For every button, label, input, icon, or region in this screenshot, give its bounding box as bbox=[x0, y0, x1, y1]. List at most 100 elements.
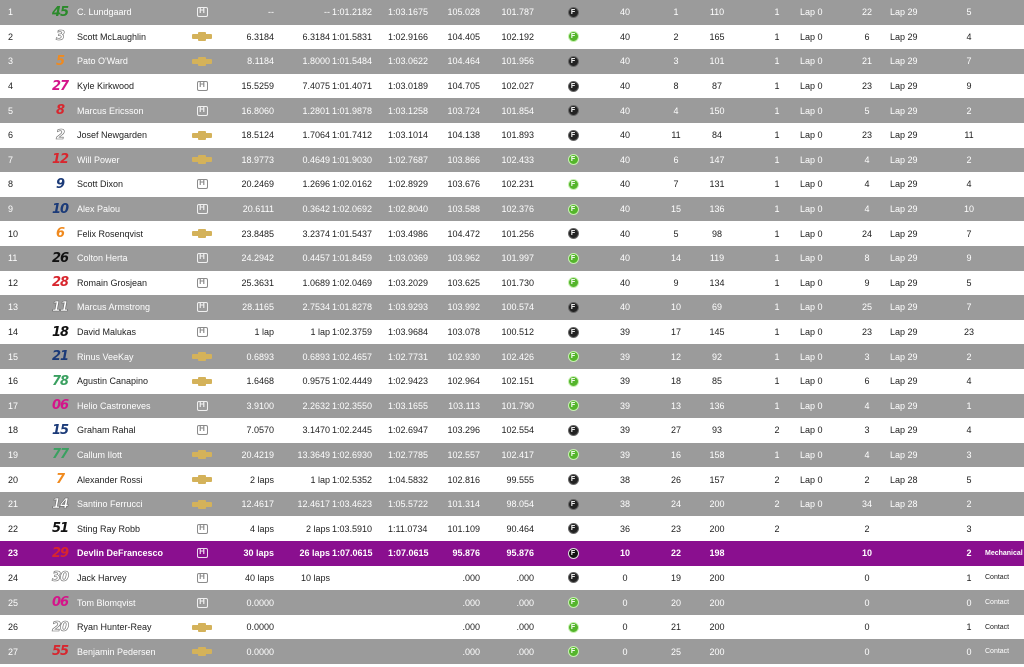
points: 200 bbox=[709, 622, 725, 633]
driver-name[interactable]: Scott McLaughlin bbox=[77, 25, 187, 50]
table-row[interactable]: 2 3 Scott McLaughlin 6.3184 6.3184 1:01.5831 1… bbox=[0, 24, 1024, 50]
best-lap-speed: 101.997 bbox=[501, 253, 534, 264]
lap-number: Lap 29 bbox=[890, 400, 918, 411]
best-lap-speed: 100.574 bbox=[501, 302, 534, 313]
driver-name[interactable]: Alex Palou bbox=[77, 197, 187, 222]
driver-name[interactable]: Kyle Kirkwood bbox=[77, 74, 187, 99]
driver-name[interactable]: Felix Rosenqvist bbox=[77, 221, 187, 246]
table-row[interactable]: 6 2 Josef Newgarden 18.5124 1.7064 1:01.7412 1… bbox=[0, 122, 1024, 148]
driver-name[interactable]: Josef Newgarden bbox=[77, 123, 187, 148]
pit-stops: 1 bbox=[774, 327, 780, 338]
driver-name[interactable]: Tom Blomqvist bbox=[77, 590, 187, 615]
table-row[interactable]: 1418David Malukas1 lap1 lap1:02.37591:03… bbox=[0, 319, 1024, 345]
driver-name[interactable]: Will Power bbox=[77, 148, 187, 173]
table-row[interactable]: 25 06 Tom Blomqvist 0.0000 .000 .000 F 0 20 200 0 0… bbox=[0, 590, 1024, 615]
table-row[interactable]: 24 30 Jack Harvey 40 laps 10 laps .000 .000 F 0 1… bbox=[0, 565, 1024, 591]
black-tire-icon: F bbox=[567, 547, 579, 559]
position-change: 1 bbox=[966, 400, 972, 411]
tire-compound-icon: F bbox=[566, 344, 580, 369]
status-reason bbox=[985, 98, 1024, 123]
laps-led: 0 bbox=[864, 597, 870, 608]
best-lap-time: 1:03.1675 bbox=[388, 7, 429, 18]
driver-name[interactable]: Colton Herta bbox=[77, 246, 187, 271]
table-row[interactable]: 15 21 Rinus VeeKay 0.6893 0.6893 1:02.4657 1:0… bbox=[0, 344, 1024, 369]
position-change: 0 bbox=[966, 597, 972, 608]
position-cell: 5 bbox=[8, 105, 14, 116]
table-row[interactable]: 7 12 Will Power 18.9773 0.4649 1:01.9030 1:02.… bbox=[0, 147, 1024, 173]
driver-name[interactable]: Marcus Armstrong bbox=[77, 295, 187, 320]
table-row[interactable]: 11 26 Colton Herta 24.2942 0.44571:01.8459 1:… bbox=[0, 245, 1024, 271]
tire-compound-icon: F bbox=[566, 492, 580, 517]
table-row[interactable]: 18 15 Graham Rahal 7.0570 3.14701:02.2445 1:0… bbox=[0, 418, 1024, 443]
tire-compound-icon: F bbox=[566, 221, 580, 246]
table-row[interactable]: 13 11 Marcus Armstrong 28.1165 2.75341:01.82… bbox=[0, 295, 1024, 320]
car-number: 14 bbox=[51, 496, 70, 512]
table-row[interactable]: 145C. Lundgaard----1:01.21821:03.1675105… bbox=[0, 0, 1024, 25]
last-lap-time: 1:07.0615 bbox=[332, 548, 373, 559]
table-row[interactable]: 19 77 Callum Ilott 20.4219 13.3649 1:02.6930 1… bbox=[0, 442, 1024, 468]
driver-name[interactable]: Helio Castroneves bbox=[77, 394, 187, 419]
driver-name[interactable]: C. Lundgaard bbox=[77, 0, 187, 25]
driver-name[interactable]: Romain Grosjean bbox=[77, 271, 187, 296]
driver-name[interactable]: Jack Harvey bbox=[77, 566, 187, 591]
table-row[interactable]: 2251Sting Ray Robb4 laps2 laps1:03.59101… bbox=[0, 516, 1024, 542]
laps-led: 0 bbox=[864, 622, 870, 633]
table-row[interactable]: 5 8 Marcus Ericsson 16.8060 1.28011:01.9878 1… bbox=[0, 98, 1024, 123]
table-row[interactable]: 26 20 Ryan Hunter-Reay 0.0000 .000 .000 F 0 21 20… bbox=[0, 614, 1024, 640]
position-change: 5 bbox=[966, 7, 972, 18]
green-tire-icon: F bbox=[567, 203, 579, 215]
table-row[interactable]: 8 9 Scott Dixon 20.2469 1.26961:02.0162 1:02.… bbox=[0, 172, 1024, 197]
best-lap-speed: .000 bbox=[516, 646, 534, 657]
lap-number bbox=[890, 615, 930, 640]
points: 147 bbox=[709, 154, 725, 165]
table-row[interactable]: 4 27 Kyle Kirkwood 15.5259 7.40751:01.4071 1:… bbox=[0, 73, 1024, 99]
laps-completed: 40 bbox=[619, 277, 630, 288]
position-change: 4 bbox=[966, 376, 972, 387]
last-lap-time bbox=[332, 639, 386, 664]
car-number: 12 bbox=[51, 152, 69, 168]
tire-compound-icon: F bbox=[566, 123, 580, 148]
driver-name[interactable]: David Malukas bbox=[77, 320, 187, 345]
laps-completed: 40 bbox=[619, 7, 630, 18]
driver-name[interactable]: Rinus VeeKay bbox=[77, 344, 187, 369]
driver-name[interactable]: Marcus Ericsson bbox=[77, 98, 187, 123]
table-row[interactable]: 27 55 Benjamin Pedersen 0.0000 .000 .000 F 0 25 2… bbox=[0, 639, 1024, 665]
table-row[interactable]: 21 14 Santino Ferrucci 12.4617 12.4617 1:03.4… bbox=[0, 491, 1024, 517]
driver-name[interactable]: Agustin Canapino bbox=[77, 369, 187, 394]
table-row[interactable]: 12 28 Romain Grosjean 25.3631 1.06891:02.046… bbox=[0, 270, 1024, 296]
last-lap-time: 1:02.4657 bbox=[332, 351, 373, 362]
driver-name[interactable]: Devlin DeFrancesco bbox=[77, 541, 187, 566]
table-row[interactable]: 20 7 Alexander Rossi 2 laps 1 lap 1:02.5352 1:… bbox=[0, 467, 1024, 492]
table-row[interactable]: 17 06 Helio Castroneves 3.9100 2.26321:02.35… bbox=[0, 393, 1024, 419]
driver-name[interactable]: Ryan Hunter-Reay bbox=[77, 615, 187, 640]
table-row[interactable]: 10 6 Felix Rosenqvist 23.8485 3.2374 1:01.543… bbox=[0, 221, 1024, 246]
driver-name[interactable]: Pato O'Ward bbox=[77, 49, 187, 74]
black-tire-icon: F bbox=[567, 572, 579, 584]
black-tire-icon: F bbox=[567, 55, 579, 67]
driver-name[interactable]: Benjamin Pedersen bbox=[77, 639, 187, 664]
honda-logo-icon bbox=[196, 400, 208, 411]
interval: 3.2374 bbox=[302, 228, 330, 239]
best-lap-time bbox=[388, 590, 442, 615]
status-reason bbox=[985, 516, 1024, 541]
pit-stops: 1 bbox=[774, 204, 780, 215]
table-row[interactable]: 2329Devlin DeFrancesco30 laps26 laps1:07… bbox=[0, 541, 1024, 566]
driver-name[interactable]: Callum Ilott bbox=[77, 443, 187, 468]
driver-name[interactable]: Santino Ferrucci bbox=[77, 492, 187, 517]
table-row[interactable]: 3 5 Pato O'Ward 8.1184 1.8000 1:01.5484 1:03.0… bbox=[0, 49, 1024, 74]
driver-name[interactable]: Graham Rahal bbox=[77, 418, 187, 443]
driver-name[interactable]: Scott Dixon bbox=[77, 172, 187, 197]
last-pit-lap: Lap 0 bbox=[800, 81, 823, 92]
best-lap-speed: 101.256 bbox=[501, 228, 534, 239]
gap-to-leader: 20.4219 bbox=[241, 449, 274, 460]
driver-name[interactable]: Sting Ray Robb bbox=[77, 516, 187, 541]
last-lap-time: 1:02.3550 bbox=[332, 400, 373, 411]
last-lap-speed: 105.028 bbox=[447, 7, 480, 18]
table-row[interactable]: 9 10 Alex Palou 20.6111 0.36421:02.0692 1:02.… bbox=[0, 196, 1024, 222]
driver-name[interactable]: Alexander Rossi bbox=[77, 467, 187, 492]
table-row[interactable]: 16 78 Agustin Canapino 1.6468 0.9575 1:02.444… bbox=[0, 368, 1024, 394]
laps-completed: 38 bbox=[619, 499, 630, 510]
best-lap-time: 1:07.0615 bbox=[388, 548, 429, 559]
laps-led: 3 bbox=[864, 351, 870, 362]
laps-led: 0 bbox=[864, 572, 870, 583]
